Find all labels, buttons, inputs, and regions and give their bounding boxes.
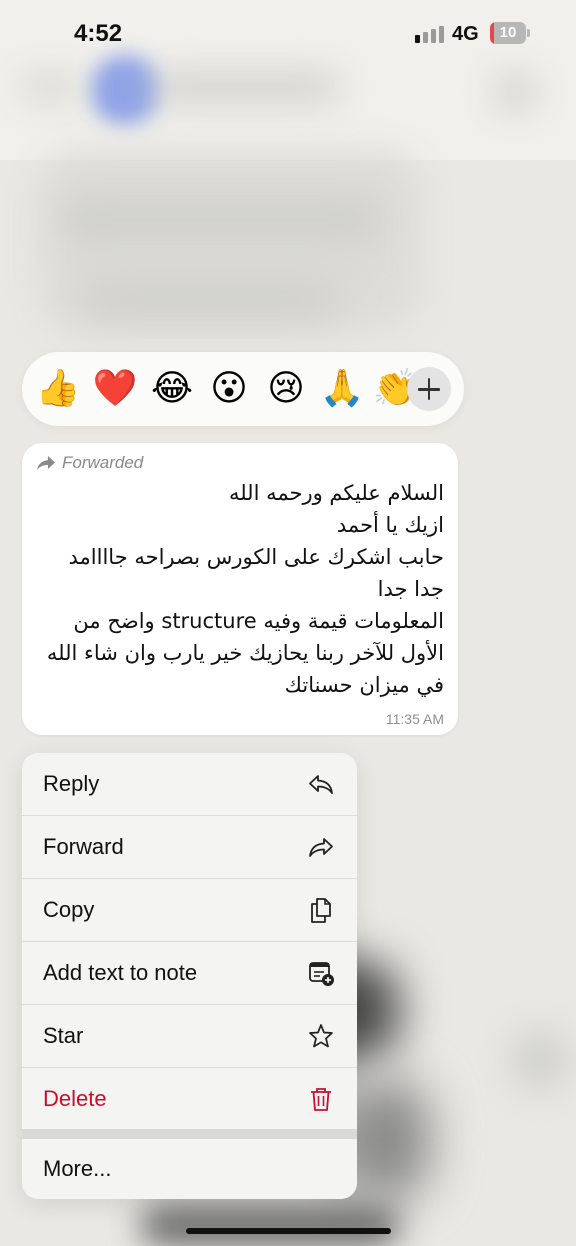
star-menu-item[interactable]: Star — [22, 1005, 357, 1068]
status-bar: 4:52 4G 10 — [0, 0, 576, 70]
battery-percent: 10 — [499, 24, 517, 41]
red-heart-icon[interactable]: ❤️ — [92, 366, 138, 412]
battery-icon: 10 — [490, 22, 526, 44]
message-timestamp: 11:35 AM — [385, 711, 444, 727]
folded-hands-icon[interactable]: 🙏 — [319, 366, 365, 412]
message-text: السلام عليكم ورحمه الله ازيك يا أحمد حاب… — [34, 477, 444, 701]
forwarded-indicator: Forwarded — [36, 453, 143, 473]
add-text-to-note-menu-item[interactable]: Add text to note — [22, 942, 357, 1005]
forward-menu-item[interactable]: Forward — [22, 816, 357, 879]
menu-section-separator — [22, 1129, 357, 1139]
more-reactions-button[interactable] — [407, 367, 451, 411]
star-icon — [309, 1024, 333, 1048]
cellular-signal-icon — [415, 26, 444, 43]
reply-menu-item[interactable]: Reply — [22, 753, 357, 816]
message-line: حابب اشكرك على الكورس بصراحه جاااامد جدا… — [61, 545, 444, 601]
forwarded-arrow-icon — [37, 456, 55, 470]
battery-cap — [527, 29, 530, 37]
surprised-face-icon[interactable]: 😮 — [206, 366, 252, 412]
message-line: ازيك يا أحمد — [336, 513, 444, 537]
copy-menu-item[interactable]: Copy — [22, 879, 357, 942]
menu-item-label: Forward — [43, 834, 124, 859]
delete-menu-item[interactable]: Delete — [22, 1068, 357, 1130]
message-bubble[interactable]: Forwarded السلام عليكم ورحمه الله ازيك ي… — [22, 443, 458, 735]
status-time: 4:52 — [74, 20, 123, 47]
menu-item-label: Reply — [43, 771, 100, 796]
menu-item-label: Add text to note — [43, 960, 198, 985]
forwarded-label: Forwarded — [62, 453, 144, 472]
more-menu-item[interactable]: More... — [22, 1139, 357, 1199]
trash-icon — [311, 1088, 331, 1111]
message-context-menu: Reply Forward Copy Add text to note Star… — [22, 753, 357, 1199]
network-type: 4G — [452, 23, 479, 45]
forward-icon — [309, 838, 333, 857]
menu-item-label: Star — [43, 1023, 84, 1048]
crying-face-icon[interactable]: 😢 — [263, 366, 309, 412]
menu-item-label: Copy — [43, 897, 95, 922]
thumbs-up-icon[interactable]: 👍 — [35, 366, 81, 412]
message-line: المعلومات قيمة وفيه structure واضح من ال… — [40, 609, 444, 697]
copy-icon — [311, 898, 331, 923]
reply-icon — [309, 775, 333, 794]
menu-item-label: Delete — [43, 1086, 107, 1111]
tears-of-joy-icon[interactable]: 😂 — [149, 366, 195, 412]
more-label: More... — [43, 1156, 112, 1181]
message-line: السلام عليكم ورحمه الله — [228, 481, 444, 505]
reaction-bar: 👍 ❤️ 😂 😮 😢 🙏 👏 — [22, 352, 464, 426]
home-indicator[interactable] — [186, 1228, 391, 1234]
add-note-icon — [309, 962, 334, 986]
